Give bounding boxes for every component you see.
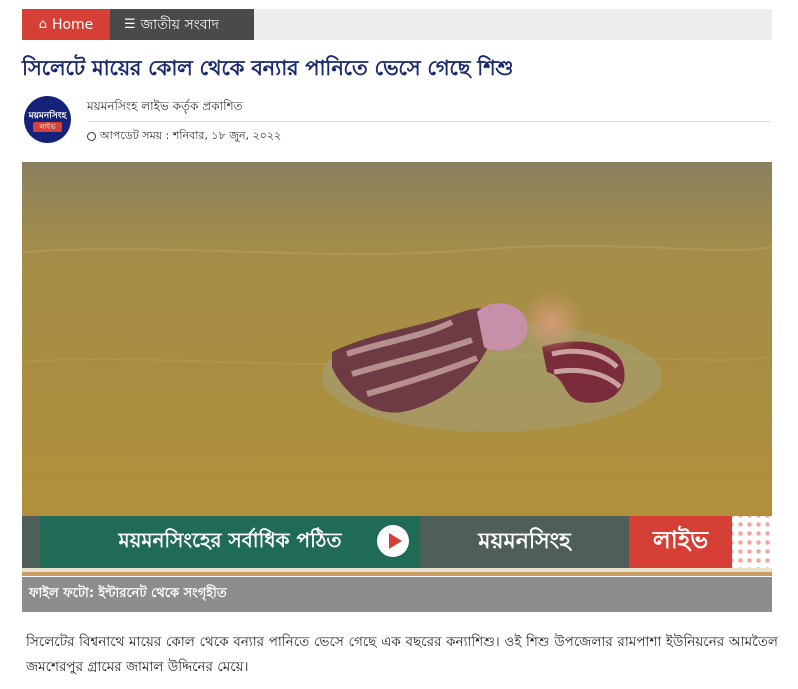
- banner-dots-pattern: [732, 516, 772, 568]
- meta-divider: [87, 121, 771, 122]
- banner-brand-live: লাইভ: [629, 516, 732, 568]
- breadcrumb-home-link[interactable]: ⌂ Home: [22, 9, 110, 40]
- breadcrumb-home-label: Home: [51, 16, 94, 33]
- flood-water-image: [22, 162, 772, 516]
- author-line[interactable]: ময়মনসিংহ লাইভ কর্তৃক প্রকাশিত: [87, 98, 243, 118]
- breadcrumb-category-label: জাতীয় সংবাদ: [140, 16, 219, 33]
- article-body: সিলেটের বিশ্বনাথে মায়ের কোল থেকে বন্যার…: [26, 634, 778, 675]
- clock-icon: [87, 132, 96, 141]
- updated-time: আপডেট সময় : শনিবার, ১৮ জুন, ২০২২: [87, 127, 281, 146]
- banner-most-read: ময়মনসিংহের সর্বাধিক পঠিত: [40, 516, 420, 568]
- menu-icon: ☰: [124, 17, 136, 32]
- author-avatar[interactable]: ময়মনসিংহ লাইভ: [24, 96, 71, 143]
- updated-time-label: আপডেট সময় : শনিবার, ১৮ জুন, ২০২২: [100, 129, 282, 142]
- breadcrumb: ⌂ Home ☰ জাতীয় সংবাদ: [22, 9, 772, 40]
- breadcrumb-category-link[interactable]: ☰ জাতীয় সংবাদ: [110, 9, 254, 40]
- play-icon: [377, 525, 409, 557]
- avatar-logo-name: ময়মনসিংহ: [28, 111, 67, 121]
- brand-banner: ময়মনসিংহের সর্বাধিক পঠিত ময়মনসিংহ লাইভ: [22, 516, 772, 568]
- article-photo: ময়মনসিংহের সর্বাধিক পঠিত ময়মনসিংহ লাইভ: [22, 162, 772, 576]
- photo-caption: ফাইল ফটো: ইন্টারনেট থেকে সংগৃহীত: [22, 577, 772, 612]
- banner-strip-dark: [22, 572, 772, 576]
- avatar-logo-live: লাইভ: [33, 122, 62, 132]
- article-title: সিলেটে মায়ের কোল থেকে বন্যার পানিতে ভেস…: [22, 56, 514, 80]
- home-icon: ⌂: [38, 17, 47, 32]
- banner-brand-name: ময়মনসিংহ: [478, 528, 571, 554]
